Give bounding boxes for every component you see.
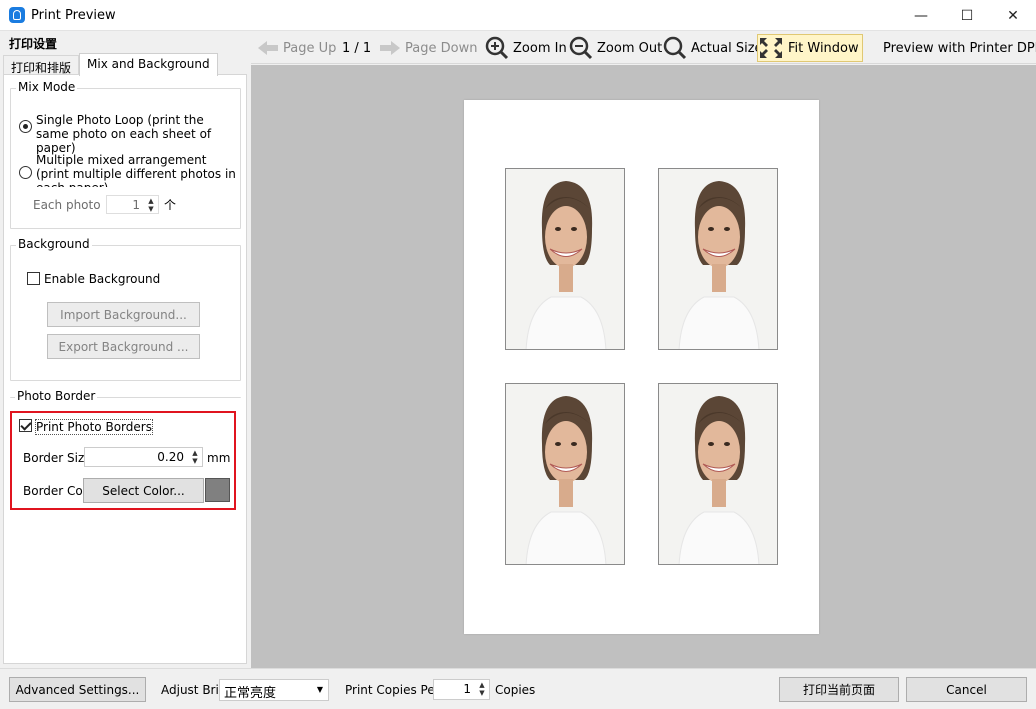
brightness-select[interactable]: 正常亮度 ▼ bbox=[219, 679, 329, 701]
dropdown-arrow-icon: ▼ bbox=[316, 685, 323, 694]
cancel-button[interactable]: Cancel bbox=[906, 677, 1027, 702]
photo-thumbnail bbox=[658, 383, 778, 565]
border-size-value: 0.20 bbox=[157, 450, 184, 464]
preview-canvas[interactable] bbox=[251, 65, 1036, 668]
portrait-icon bbox=[506, 384, 624, 564]
zoom-in-button[interactable]: Zoom In bbox=[485, 32, 567, 64]
single-photo-loop-label[interactable]: Single Photo Loop (print the same photo … bbox=[36, 113, 236, 155]
app-icon bbox=[9, 7, 25, 23]
page-down-button[interactable]: Page Down bbox=[379, 32, 477, 64]
border-size-label: Border Size bbox=[23, 451, 92, 465]
magnifier-icon bbox=[663, 36, 687, 60]
brightness-value: 正常亮度 bbox=[224, 686, 277, 701]
photo-thumbnail bbox=[505, 383, 625, 565]
single-photo-loop-radio[interactable] bbox=[19, 120, 32, 133]
enable-background-checkbox[interactable] bbox=[27, 272, 40, 285]
stepper-arrows-icon[interactable]: ▲ ▼ bbox=[146, 197, 156, 213]
mix-mode-title: Mix Mode bbox=[16, 80, 78, 94]
export-background-button[interactable]: Export Background ... bbox=[47, 334, 200, 359]
settings-tabs: 打印和排版 Mix and Background bbox=[3, 53, 218, 76]
actual-size-label: Actual Size bbox=[691, 40, 763, 56]
arrow-left-icon bbox=[258, 41, 278, 55]
stepper-arrows-icon[interactable]: ▲ ▼ bbox=[190, 449, 200, 465]
preview-dpi-dropdown[interactable]: Preview with Printer DPI ▼ bbox=[883, 32, 1036, 64]
multiple-mixed-radio[interactable] bbox=[19, 166, 32, 179]
border-color-swatch bbox=[205, 478, 230, 502]
print-borders-label[interactable]: Print Photo Borders bbox=[35, 419, 153, 435]
page-up-button[interactable]: Page Up bbox=[257, 32, 336, 64]
portrait-icon bbox=[659, 169, 777, 349]
print-copies-label: Print Copies Per bbox=[345, 683, 440, 697]
page-up-label: Page Up bbox=[283, 40, 337, 56]
window-title: Print Preview bbox=[31, 8, 116, 23]
border-size-stepper[interactable]: 0.20 ▲ ▼ bbox=[84, 447, 203, 467]
print-borders-checkbox[interactable] bbox=[19, 419, 32, 432]
tab-mix-background[interactable]: Mix and Background bbox=[79, 53, 218, 76]
advanced-settings-button[interactable]: Advanced Settings... bbox=[9, 677, 146, 702]
print-current-page-button[interactable]: 打印当前页面 bbox=[779, 677, 899, 702]
paper-sheet bbox=[464, 100, 819, 634]
portrait-icon bbox=[659, 384, 777, 564]
fit-window-label: Fit Window bbox=[788, 40, 859, 56]
zoom-in-label: Zoom In bbox=[513, 40, 567, 56]
minimize-button[interactable]: — bbox=[898, 0, 944, 31]
each-photo-value: 1 bbox=[132, 198, 140, 212]
each-photo-unit: 个 bbox=[164, 198, 177, 212]
actual-size-button[interactable]: Actual Size bbox=[663, 32, 763, 64]
adjust-brightness-label: Adjust Brig bbox=[161, 683, 219, 697]
enable-background-label[interactable]: Enable Background bbox=[44, 272, 160, 286]
multiple-mixed-label[interactable]: Multiple mixed arrangement (print multip… bbox=[36, 153, 236, 187]
stepper-arrows-icon[interactable]: ▲ ▼ bbox=[477, 681, 487, 697]
zoom-out-label: Zoom Out bbox=[597, 40, 663, 56]
portrait-icon bbox=[506, 169, 624, 349]
page-down-label: Page Down bbox=[405, 40, 478, 56]
preview-dpi-label: Preview with Printer DPI bbox=[883, 40, 1036, 56]
copies-value: 1 bbox=[463, 682, 471, 696]
photo-thumbnail bbox=[505, 168, 625, 350]
panel-header: 打印设置 bbox=[9, 37, 58, 51]
bottom-bar: Advanced Settings... Adjust Brig 正常亮度 ▼ … bbox=[0, 668, 1036, 709]
select-color-button[interactable]: Select Color... bbox=[83, 478, 204, 503]
each-photo-label: Each photo P bbox=[33, 198, 105, 212]
copies-stepper[interactable]: 1 ▲ ▼ bbox=[433, 679, 490, 700]
maximize-button[interactable]: ☐ bbox=[944, 0, 990, 31]
each-photo-stepper[interactable]: 1 ▲ ▼ bbox=[106, 195, 159, 214]
photo-border-title: Photo Border bbox=[15, 389, 98, 403]
zoom-out-icon bbox=[569, 36, 593, 60]
border-size-unit: mm bbox=[207, 451, 231, 465]
background-title: Background bbox=[16, 237, 92, 251]
fit-window-button[interactable]: Fit Window bbox=[757, 34, 863, 62]
import-background-button[interactable]: Import Background... bbox=[47, 302, 200, 327]
copies-unit: Copies bbox=[495, 683, 536, 697]
page-indicator: 1 / 1 bbox=[342, 40, 372, 56]
tab-print-layout[interactable]: 打印和排版 bbox=[3, 55, 80, 76]
zoom-in-icon bbox=[485, 36, 509, 60]
title-bar: Print Preview — ☐ ✕ bbox=[0, 0, 1036, 31]
preview-toolbar: Page Up 1 / 1 Page Down Zoom In Zoom Out… bbox=[251, 32, 1036, 64]
arrow-right-icon bbox=[380, 41, 400, 55]
border-color-label: Border Colo bbox=[23, 484, 83, 498]
close-button[interactable]: ✕ bbox=[990, 0, 1036, 31]
fit-window-icon bbox=[760, 38, 782, 58]
zoom-out-button[interactable]: Zoom Out bbox=[569, 32, 662, 64]
photo-thumbnail bbox=[658, 168, 778, 350]
